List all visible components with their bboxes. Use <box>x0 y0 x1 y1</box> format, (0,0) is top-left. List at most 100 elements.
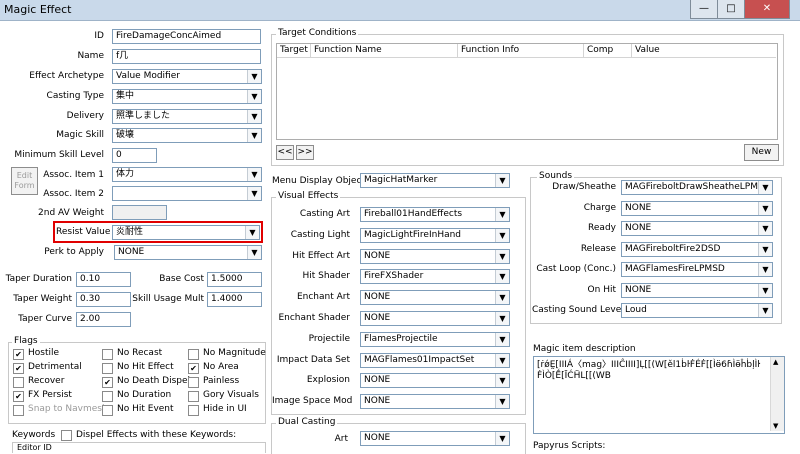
keywords-list[interactable]: Editor ID <box>12 442 266 453</box>
assoc2-dropdown[interactable]: ▼ <box>112 186 262 201</box>
flag-checkbox[interactable] <box>188 377 199 388</box>
sound-label: Casting Sound Level <box>532 305 624 315</box>
magic-skill-dropdown[interactable]: 破壊 ▼ <box>112 128 262 143</box>
flag-checkbox[interactable] <box>188 349 199 360</box>
flag-checkbox[interactable]: ✔ <box>13 349 24 360</box>
flag-label: No Area <box>203 362 239 372</box>
sound-dropdown[interactable]: MAGFireboltDrawSheatheLPMSD ▼ <box>621 180 773 195</box>
col-comp[interactable]: Comp <box>584 44 632 58</box>
vfx-dropdown[interactable]: NONE ▼ <box>360 311 510 326</box>
vfx-dropdown[interactable]: NONE ▼ <box>360 394 510 410</box>
vfx-value: NONE <box>364 375 391 386</box>
flag-checkbox[interactable]: ✔ <box>188 363 199 374</box>
target-conditions-title: Target Conditions <box>276 28 359 38</box>
flag-checkbox[interactable] <box>102 363 113 374</box>
vfx-label: Enchant Art <box>296 292 350 303</box>
flag-label: No Hit Effect <box>117 362 174 372</box>
av2-label: 2nd AV Weight <box>38 208 104 218</box>
vfx-value: Fireball01HandEffects <box>364 209 463 219</box>
col-value[interactable]: Value <box>632 44 776 58</box>
new-button[interactable]: New <box>744 144 779 161</box>
sound-dropdown[interactable]: NONE ▼ <box>621 282 773 298</box>
magic-skill-label: Magic Skill <box>56 130 104 140</box>
scroll-up-icon[interactable]: ▲ <box>773 358 778 366</box>
min-skill-label: Minimum Skill Level <box>14 150 104 160</box>
skill-mult-field[interactable]: 1.4000 <box>207 292 262 307</box>
flag-label: Gory Visuals <box>203 390 259 400</box>
minimize-button[interactable]: — <box>690 0 718 19</box>
vfx-dropdown[interactable]: MagicLightFireInHand ▼ <box>360 227 510 243</box>
description-scrollbar[interactable]: ▲ ▼ <box>770 357 784 431</box>
description-textarea[interactable]: [ṙǿḚ[IIIÁ〈mag〉IIIĈIIII]Ḷ[[(W[ěl1ḃŀḞÉḞ[[Ì… <box>533 356 785 434</box>
min-skill-field[interactable]: 0 <box>112 148 157 163</box>
sound-dropdown[interactable]: NONE ▼ <box>621 200 773 216</box>
casting-type-dropdown[interactable]: 集中 ▼ <box>112 89 262 104</box>
col-function-name[interactable]: Function Name <box>311 44 458 58</box>
casting-type-value: 集中 <box>116 91 135 101</box>
maximize-button[interactable]: □ <box>717 0 745 19</box>
base-cost-field[interactable]: 1.5000 <box>207 272 262 287</box>
vfx-label: Impact Data Set <box>276 354 350 365</box>
flag-checkbox[interactable] <box>13 377 24 388</box>
vfx-dropdown[interactable]: NONE ▼ <box>360 248 510 264</box>
sound-dropdown[interactable]: MAGFlamesFireLPMSD ▼ <box>621 262 773 277</box>
vfx-label: Hit Shader <box>302 271 350 282</box>
assoc1-dropdown[interactable]: 体力 ▼ <box>112 167 262 182</box>
chevron-down-icon: ▼ <box>758 283 772 297</box>
flag-label: Hide in UI <box>203 404 247 414</box>
chevron-down-icon: ▼ <box>758 222 772 235</box>
close-button[interactable]: ✕ <box>744 0 790 19</box>
edit-form-button[interactable]: Edit Form <box>11 167 38 195</box>
vfx-dropdown[interactable]: MAGFlames01ImpactSet ▼ <box>360 352 510 368</box>
sound-value: Loud <box>625 305 647 315</box>
sound-value: NONE <box>625 223 652 233</box>
vfx-dropdown[interactable]: FlamesProjectile ▼ <box>360 331 510 347</box>
col-function-info[interactable]: Function Info <box>458 44 584 58</box>
flag-checkbox[interactable]: ✔ <box>102 377 113 388</box>
col-target[interactable]: Target <box>277 44 311 58</box>
resist-dropdown[interactable]: 炎耐性 ▼ <box>112 225 260 240</box>
av2-field[interactable] <box>112 205 167 220</box>
flag-checkbox[interactable] <box>13 405 24 416</box>
sound-dropdown[interactable]: Loud ▼ <box>621 303 773 318</box>
delivery-dropdown[interactable]: 照準しました ▼ <box>112 109 262 124</box>
dispel-checkbox[interactable] <box>61 430 72 441</box>
vfx-dropdown[interactable]: NONE ▼ <box>360 373 510 389</box>
flag-checkbox[interactable]: ✔ <box>13 391 24 402</box>
flag-checkbox[interactable] <box>188 391 199 402</box>
perk-dropdown[interactable]: NONE ▼ <box>114 245 262 260</box>
next-button[interactable]: >> <box>296 145 314 160</box>
id-field[interactable]: FireDamageConcAimed <box>112 29 261 44</box>
flag-checkbox[interactable] <box>102 391 113 402</box>
sound-dropdown[interactable]: MAGFireboltFire2DSD ▼ <box>621 241 773 257</box>
chevron-down-icon: ▼ <box>247 168 261 181</box>
scroll-down-icon[interactable]: ▼ <box>773 422 778 430</box>
resist-label: Resist Value <box>56 227 111 237</box>
vfx-dropdown[interactable]: NONE ▼ <box>360 290 510 306</box>
vfx-dropdown[interactable]: FireFXShader ▼ <box>360 269 510 285</box>
flag-label: No Magnitude <box>203 348 266 358</box>
conditions-table[interactable]: Target Function Name Function Info Comp … <box>276 43 778 140</box>
chevron-down-icon: ▼ <box>495 353 509 367</box>
vfx-dropdown[interactable]: Fireball01HandEffects ▼ <box>360 207 510 222</box>
taper-curve-field[interactable]: 2.00 <box>76 312 131 327</box>
sound-dropdown[interactable]: NONE ▼ <box>621 221 773 236</box>
dual-art-value: NONE <box>364 433 391 443</box>
flag-label: No Recast <box>117 348 163 358</box>
menu-display-dropdown[interactable]: MagicHatMarker ▼ <box>360 173 510 188</box>
flag-label: Snap to Navmesh <box>28 404 108 414</box>
taper-duration-field[interactable]: 0.10 <box>76 272 131 287</box>
sound-label: Release <box>580 243 616 254</box>
casting-type-label: Casting Type <box>46 91 104 101</box>
dual-art-dropdown[interactable]: NONE ▼ <box>360 431 510 446</box>
assoc1-value: 体力 <box>116 169 135 179</box>
prev-button[interactable]: << <box>276 145 294 160</box>
resist-value: 炎耐性 <box>116 227 144 237</box>
flag-checkbox[interactable] <box>188 405 199 416</box>
flag-checkbox[interactable] <box>102 349 113 360</box>
flag-checkbox[interactable] <box>102 405 113 416</box>
name-field[interactable]: f几 <box>112 49 261 64</box>
archetype-dropdown[interactable]: Value Modifier ▼ <box>112 69 262 84</box>
flag-checkbox[interactable]: ✔ <box>13 363 24 374</box>
taper-weight-field[interactable]: 0.30 <box>76 292 131 307</box>
